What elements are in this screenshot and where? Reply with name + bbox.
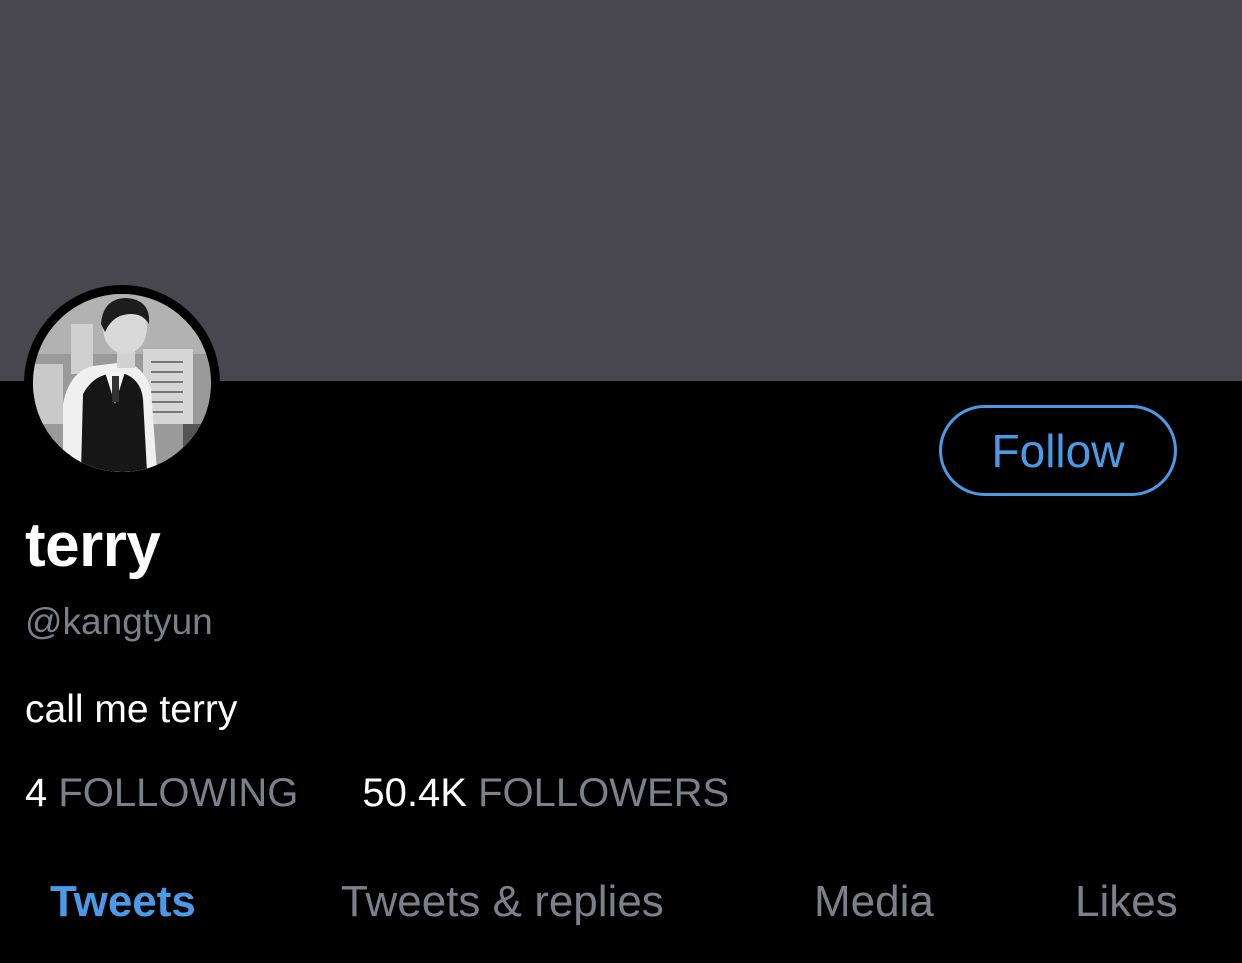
- profile-bio: call me terry: [25, 688, 238, 731]
- tab-tweets[interactable]: Tweets: [50, 880, 196, 924]
- avatar[interactable]: [24, 285, 220, 481]
- profile-stats: 4 FOLLOWING 50.4K FOLLOWERS: [25, 773, 729, 813]
- followers-label: FOLLOWERS: [478, 771, 730, 815]
- follow-button[interactable]: Follow: [939, 405, 1177, 496]
- avatar-photo: [33, 294, 211, 472]
- following-label: FOLLOWING: [58, 771, 299, 815]
- tab-likes[interactable]: Likes: [1075, 880, 1178, 924]
- user-handle: @kangtyun: [25, 601, 213, 642]
- display-name: terry: [25, 511, 161, 580]
- profile-page: Follow terry @kangtyun call me terry 4 F…: [0, 0, 1242, 963]
- followers-count: 50.4K: [362, 771, 467, 815]
- tab-media[interactable]: Media: [814, 880, 934, 924]
- following-count: 4: [25, 771, 48, 815]
- profile-tabs: Tweets Tweets & replies Media Likes: [0, 880, 1242, 940]
- followers-stat[interactable]: 50.4K FOLLOWERS: [362, 773, 729, 813]
- following-stat[interactable]: 4 FOLLOWING: [25, 773, 298, 813]
- tab-tweets-and-replies[interactable]: Tweets & replies: [341, 880, 664, 924]
